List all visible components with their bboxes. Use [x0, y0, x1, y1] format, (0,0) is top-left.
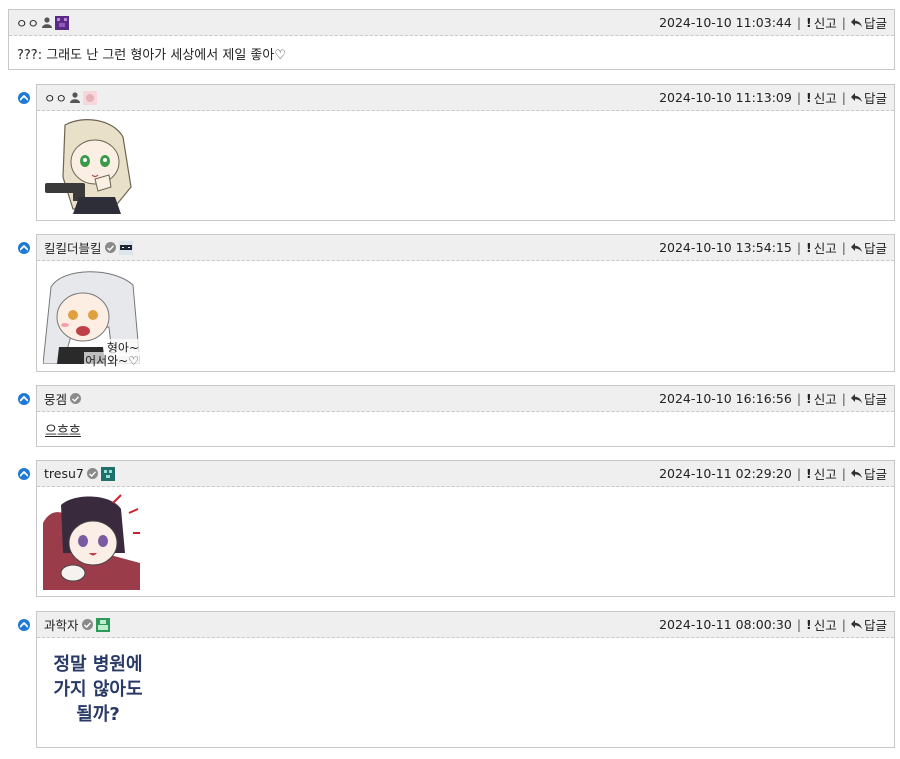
comment-timestamp: 2024-10-10 11:03:44 — [659, 15, 792, 30]
sticker-text-line: 될까? — [76, 704, 120, 725]
reply-button[interactable]: 답글 — [850, 464, 887, 483]
reply-button[interactable]: 답글 — [850, 238, 887, 257]
report-label: 신고 — [813, 467, 837, 482]
chevron-up-circle-icon — [18, 619, 30, 631]
reply-arrow-icon — [850, 18, 862, 27]
user-avatar-icon — [83, 90, 98, 105]
comment-timestamp: 2024-10-11 08:00:30 — [659, 617, 792, 632]
report-label: 신고 — [813, 618, 837, 633]
verified-check-icon — [104, 242, 116, 253]
divider: | — [841, 466, 846, 481]
divider: | — [796, 15, 802, 30]
divider: | — [841, 240, 846, 255]
chevron-up-circle-icon — [18, 242, 30, 254]
sticker-text-line: 정말 병원에 — [53, 654, 143, 675]
report-button[interactable]: ! 신고 — [806, 389, 837, 408]
reply-label: 답글 — [863, 392, 887, 407]
verified-check-icon — [81, 619, 93, 630]
comment-timestamp: 2024-10-10 11:13:09 — [659, 90, 792, 105]
sticker-text-line: 가지 않아도 — [53, 679, 143, 700]
reply-arrow-icon — [850, 394, 862, 403]
report-label: 신고 — [813, 16, 837, 31]
reply-label: 답글 — [863, 91, 887, 106]
comment-header: 과학자 2024-10-11 08:00:30 | ! 신고 | 답글 — [37, 612, 894, 638]
username[interactable]: 뭉겜 — [44, 389, 67, 408]
username[interactable]: 과학자 — [44, 615, 79, 634]
divider: | — [796, 391, 802, 406]
comment-body: 으흐흐 — [37, 412, 894, 447]
comment: 킬킬더블킬 2024-10-10 13:54:15 | ! 신고 | 답글 형아~… — [36, 234, 895, 372]
username[interactable]: 킬킬더블킬 — [44, 238, 102, 257]
comment-timestamp: 2024-10-10 13:54:15 — [659, 240, 792, 255]
reply-label: 답글 — [863, 467, 887, 482]
reply-label: 답글 — [863, 618, 887, 633]
reply-arrow-icon — [850, 93, 862, 102]
divider: | — [841, 391, 846, 406]
report-button[interactable]: ! 신고 — [806, 615, 837, 634]
person-icon — [42, 17, 53, 28]
divider: | — [796, 466, 802, 481]
comment-timestamp: 2024-10-10 16:16:56 — [659, 391, 792, 406]
user-avatar-icon — [95, 617, 110, 632]
comment: 과학자 2024-10-11 08:00:30 | ! 신고 | 답글 정말 병원… — [36, 611, 895, 748]
comment-header: 뭉겜 2024-10-10 16:16:56 | ! 신고 | 답글 — [37, 386, 894, 412]
comment-header: 킬킬더블킬 2024-10-10 13:54:15 | ! 신고 | 답글 — [37, 235, 894, 261]
comment-text[interactable]: 으흐흐 — [45, 424, 81, 439]
user-avatar-icon — [100, 466, 115, 481]
anime-girl-gun-sticker — [43, 117, 140, 214]
comment-header: tresu7 2024-10-11 02:29:20 | ! 신고 | 답글 — [37, 461, 894, 487]
divider: | — [841, 90, 846, 105]
divider: | — [841, 617, 846, 632]
report-label: 신고 — [813, 91, 837, 106]
verified-check-icon — [70, 393, 82, 404]
reply-label: 답글 — [863, 241, 887, 256]
exclamation-icon: ! — [806, 90, 812, 105]
comment-header: ㅇㅇ 2024-10-10 11:13:09 | ! 신고 | 답글 — [37, 85, 894, 111]
report-button[interactable]: ! 신고 — [806, 464, 837, 483]
comment: tresu7 2024-10-11 02:29:20 | ! 신고 | 답글 — [36, 460, 895, 597]
username[interactable]: ㅇㅇ — [44, 88, 67, 107]
anime-girl-welcome-sticker: 형아~ 어서와~♡ — [43, 267, 140, 369]
username[interactable]: tresu7 — [44, 466, 84, 481]
report-button[interactable]: ! 신고 — [806, 238, 837, 257]
reply-arrow-icon — [850, 620, 862, 629]
chevron-up-circle-icon — [18, 468, 30, 480]
exclamation-icon: ! — [806, 15, 812, 30]
sticker-caption: 어서와~♡ — [84, 352, 140, 369]
reply-button[interactable]: 답글 — [850, 88, 887, 107]
exclamation-icon: ! — [806, 466, 812, 481]
reply-arrow-icon — [850, 243, 862, 252]
comment: 뭉겜 2024-10-10 16:16:56 | ! 신고 | 답글 으흐흐 — [36, 385, 895, 447]
comment-text: ???: 그래도 난 그런 형아가 세상에서 제일 좋아♡ — [17, 48, 286, 63]
report-label: 신고 — [813, 241, 837, 256]
chevron-up-circle-icon — [18, 393, 30, 405]
text-sticker: 정말 병원에 가지 않아도 될까? — [43, 652, 153, 727]
report-button[interactable]: ! 신고 — [806, 88, 837, 107]
username[interactable]: ㅇㅇ — [16, 13, 39, 32]
reply-button[interactable]: 답글 — [850, 13, 887, 32]
divider: | — [841, 15, 846, 30]
comment-timestamp: 2024-10-11 02:29:20 — [659, 466, 792, 481]
anime-girl-red-sticker — [43, 493, 140, 590]
divider: | — [796, 617, 802, 632]
user-avatar-icon — [118, 240, 133, 255]
comment: ㅇㅇ 2024-10-10 11:13:09 | ! 신고 | 답글 — [36, 84, 895, 221]
exclamation-icon: ! — [806, 617, 812, 632]
divider: | — [796, 240, 802, 255]
report-button[interactable]: ! 신고 — [806, 13, 837, 32]
reply-arrow-icon — [850, 469, 862, 478]
user-avatar-icon — [55, 15, 70, 30]
exclamation-icon: ! — [806, 391, 812, 406]
person-icon — [70, 92, 81, 103]
reply-button[interactable]: 답글 — [850, 615, 887, 634]
reply-label: 답글 — [863, 16, 887, 31]
comment-header: ㅇㅇ 2024-10-10 11:03:44 | ! 신고 | 답글 — [9, 10, 894, 36]
comment: ㅇㅇ 2024-10-10 11:03:44 | ! 신고 | 답글 ???: 그… — [8, 9, 895, 70]
verified-check-icon — [86, 468, 98, 479]
divider: | — [796, 90, 802, 105]
report-label: 신고 — [813, 392, 837, 407]
chevron-up-circle-icon — [18, 92, 30, 104]
reply-button[interactable]: 답글 — [850, 389, 887, 408]
exclamation-icon: ! — [806, 240, 812, 255]
